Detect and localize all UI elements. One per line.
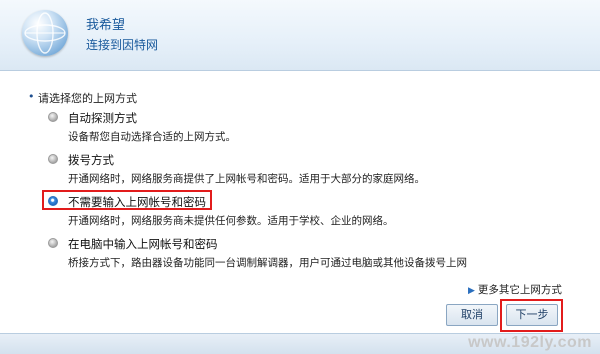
radio-dialup[interactable] [48, 154, 58, 164]
cancel-button[interactable]: 取消 [446, 304, 498, 326]
next-button[interactable]: 下一步 [506, 304, 558, 326]
bullet-icon: • [28, 90, 35, 103]
option-title: 拨号方式 [68, 153, 114, 167]
option-title: 自动探测方式 [68, 111, 137, 125]
watermark: www.192ly.com [468, 334, 592, 351]
radio-auto-detect[interactable] [48, 112, 58, 122]
more-methods-label: 更多其它上网方式 [477, 284, 562, 296]
header-subtitle: 连接到因特网 [86, 38, 159, 52]
select-method-prompt: 请选择您的上网方式 [38, 92, 137, 105]
radio-no-credentials[interactable] [48, 196, 58, 206]
option-desc: 桥接方式下，路由器设备功能同一台调制解调器，用户可通过电脑或其他设备拨号上网 [68, 257, 467, 269]
option-desc: 开通网络时，网络服务商未提供任何参数。适用于学校、企业的网络。 [68, 215, 394, 227]
option-desc: 开通网络时，网络服务商提供了上网帐号和密码。适用于大部分的家庭网络。 [68, 173, 425, 185]
header-title: 我希望 [86, 18, 126, 33]
globe-icon [22, 10, 68, 56]
dialog-header: 我希望 连接到因特网 [0, 0, 600, 71]
radio-pc-credentials[interactable] [48, 238, 58, 248]
option-desc: 设备帮您自动选择合适的上网方式。 [68, 131, 236, 143]
option-title: 不需要输入上网帐号和密码 [68, 195, 206, 209]
more-methods-link[interactable]: ▶ 更多其它上网方式 [468, 282, 562, 297]
triangle-right-icon: ▶ [468, 286, 475, 296]
option-title: 在电脑中输入上网帐号和密码 [68, 237, 218, 251]
